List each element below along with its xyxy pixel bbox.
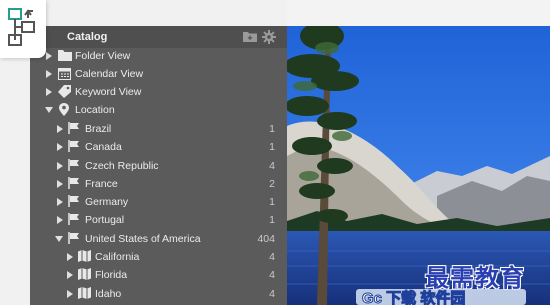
gear-icon[interactable] [262, 30, 276, 44]
expand-arrow-icon[interactable] [57, 180, 63, 188]
tree-item-california[interactable]: California 4 [30, 248, 287, 266]
expand-arrow-icon[interactable] [67, 290, 73, 298]
expand-arrow-icon[interactable] [57, 198, 63, 206]
tree-item-label: United States of America [85, 233, 201, 245]
tree-item-label: Germany [85, 196, 129, 208]
tree-item-portugal[interactable]: Portugal 1 [30, 211, 287, 229]
tree-item-label: Canada [85, 141, 122, 153]
tree-item-florida[interactable]: Florida 4 [30, 266, 287, 284]
hierarchy-icon [8, 8, 35, 46]
item-count: 404 [257, 233, 275, 245]
watermark-logo: Gc 下载 软件园 [356, 289, 526, 305]
expand-arrow-icon[interactable] [46, 52, 52, 60]
panel-title: Catalog [67, 31, 108, 43]
location-pin-icon [59, 103, 69, 116]
app-icon[interactable] [0, 0, 46, 58]
tree-item-germany[interactable]: Germany 1 [30, 193, 287, 211]
tree-item-czech-republic[interactable]: Czech Republic 4 [30, 157, 287, 175]
flag-icon [68, 195, 79, 207]
tree-item-label: Brazil [85, 123, 112, 135]
tree-item-idaho[interactable]: Idaho 4 [30, 285, 287, 303]
calendar-icon [58, 68, 71, 80]
tree-item-label: Idaho [95, 288, 122, 300]
tree-item-label: Portugal [85, 214, 125, 226]
tree-item-calendar-view[interactable]: Calendar View [30, 65, 287, 83]
tree-item-france[interactable]: France 2 [30, 175, 287, 193]
item-count: 1 [269, 123, 275, 135]
collapse-arrow-icon[interactable] [55, 236, 63, 242]
tree-item-label: Folder View [75, 50, 131, 62]
tree-item-label: Location [75, 104, 115, 116]
tree-item-location[interactable]: Location [30, 101, 287, 119]
tree-item-united-states[interactable]: United States of America 404 [30, 230, 287, 248]
tree-item-keyword-view[interactable]: Keyword View [30, 83, 287, 101]
map-icon [78, 268, 91, 280]
tag-icon [58, 85, 71, 98]
flag-icon [68, 159, 79, 171]
expand-arrow-icon[interactable] [57, 125, 63, 133]
tree-item-label: Keyword View [75, 86, 142, 98]
panel-header: Catalog [30, 26, 287, 48]
expand-arrow-icon[interactable] [46, 70, 52, 78]
top-bar [287, 0, 550, 26]
item-count: 1 [269, 214, 275, 226]
item-count: 1 [269, 141, 275, 153]
expand-arrow-icon[interactable] [57, 216, 63, 224]
collapse-arrow-icon[interactable] [45, 107, 53, 113]
flag-icon [68, 232, 79, 244]
item-count: 4 [269, 288, 275, 300]
expand-arrow-icon[interactable] [57, 162, 63, 170]
item-count: 1 [269, 196, 275, 208]
catalog-panel: Catalog Folder View Calendar View Keywor… [30, 26, 287, 305]
item-count: 4 [269, 251, 275, 263]
item-count: 2 [269, 178, 275, 190]
flag-icon [68, 122, 79, 134]
folder-icon [58, 50, 72, 61]
tree-item-folder-view[interactable]: Folder View [30, 47, 287, 65]
flag-icon [68, 213, 79, 225]
map-icon [78, 250, 91, 262]
tree-item-label: Czech Republic [85, 160, 159, 172]
tree-item-label: California [95, 251, 140, 263]
tree-item-canada[interactable]: Canada 1 [30, 138, 287, 156]
item-count: 4 [269, 269, 275, 281]
expand-arrow-icon[interactable] [67, 253, 73, 261]
expand-arrow-icon[interactable] [67, 271, 73, 279]
item-count: 4 [269, 160, 275, 172]
expand-arrow-icon[interactable] [46, 88, 52, 96]
watermark-logo-text: Gc 下载 软件园 [362, 289, 465, 305]
map-icon [78, 287, 91, 299]
tree-item-label: Florida [95, 269, 128, 281]
new-folder-icon[interactable] [243, 30, 257, 42]
flag-icon [68, 140, 79, 152]
flag-icon [68, 177, 79, 189]
tree-item-brazil[interactable]: Brazil 1 [30, 120, 287, 138]
tree-item-label: Calendar View [75, 68, 144, 80]
expand-arrow-icon[interactable] [57, 143, 63, 151]
tree-item-label: France [85, 178, 118, 190]
